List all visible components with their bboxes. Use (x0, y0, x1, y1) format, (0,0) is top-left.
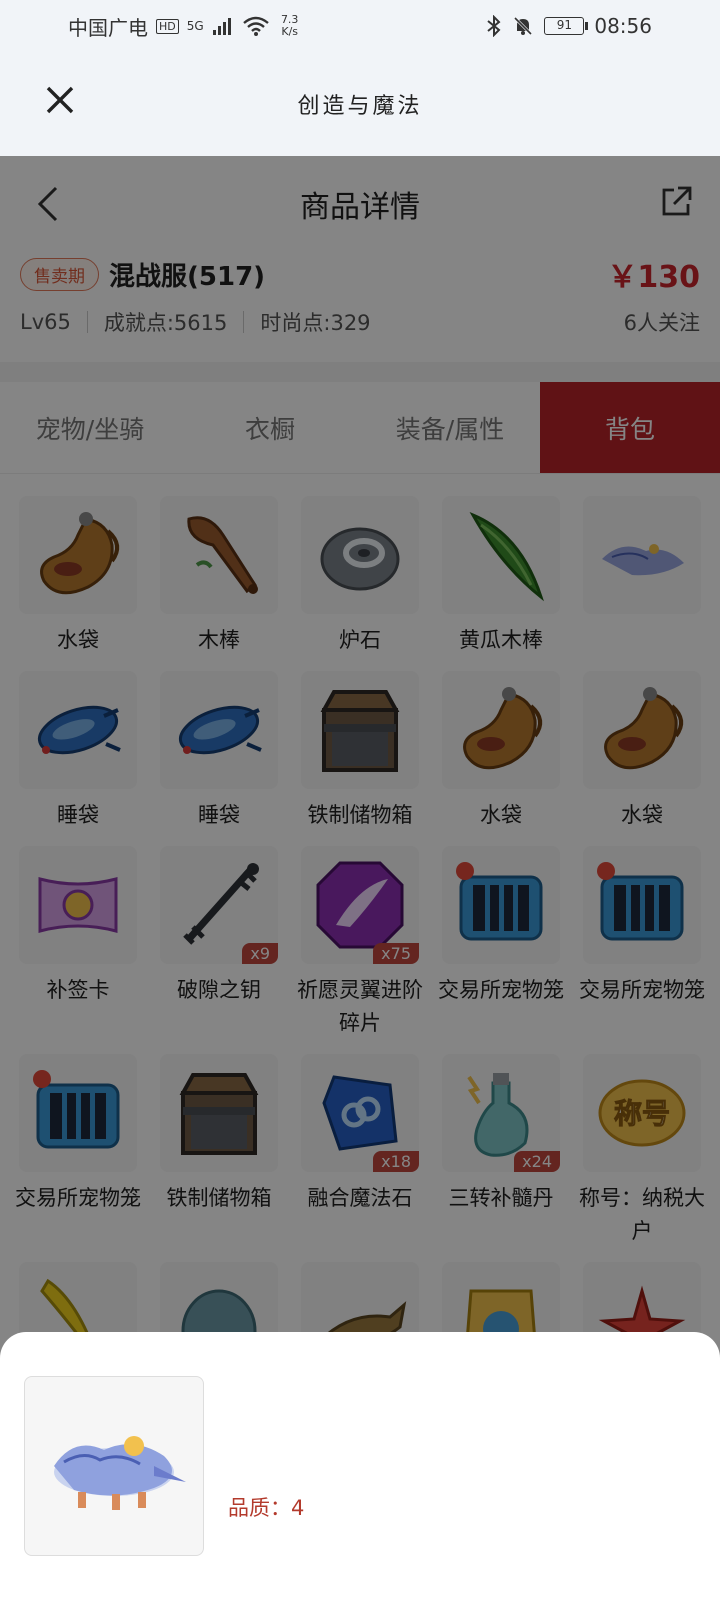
page: 中国广电 HD 5G 7.3 K/s 91 08:56 创造与魔法 商品详情 售… (0, 0, 720, 1600)
bluetooth-icon (487, 15, 501, 37)
status-left: 中国广电 HD 5G 7.3 K/s (68, 12, 302, 41)
clock: 08:56 (594, 14, 652, 38)
network-label: 5G (186, 19, 204, 33)
wifi-icon (242, 16, 269, 36)
carrier-label: 中国广电 (68, 15, 148, 40)
hd-badge: HD (156, 18, 179, 34)
status-bar: 中国广电 HD 5G 7.3 K/s 91 08:56 (0, 0, 720, 52)
status-right: 91 08:56 (486, 14, 652, 38)
signal-icon (212, 18, 231, 35)
quality-label: 品质：4 (228, 1496, 305, 1520)
speed-unit: K/s (281, 25, 299, 38)
white-tiger-mount-icon (54, 1436, 186, 1510)
mini-program-title: 创造与魔法 (297, 94, 423, 119)
speed-indicator: 7.3 K/s (278, 14, 302, 38)
battery-indicator: 91 (544, 17, 589, 35)
item-preview (24, 1376, 204, 1556)
mini-program-header: 创造与魔法 (0, 52, 720, 156)
item-detail-sheet: 品质：4 (0, 1332, 720, 1600)
mute-bell-icon (514, 16, 533, 36)
close-icon[interactable] (40, 80, 80, 120)
